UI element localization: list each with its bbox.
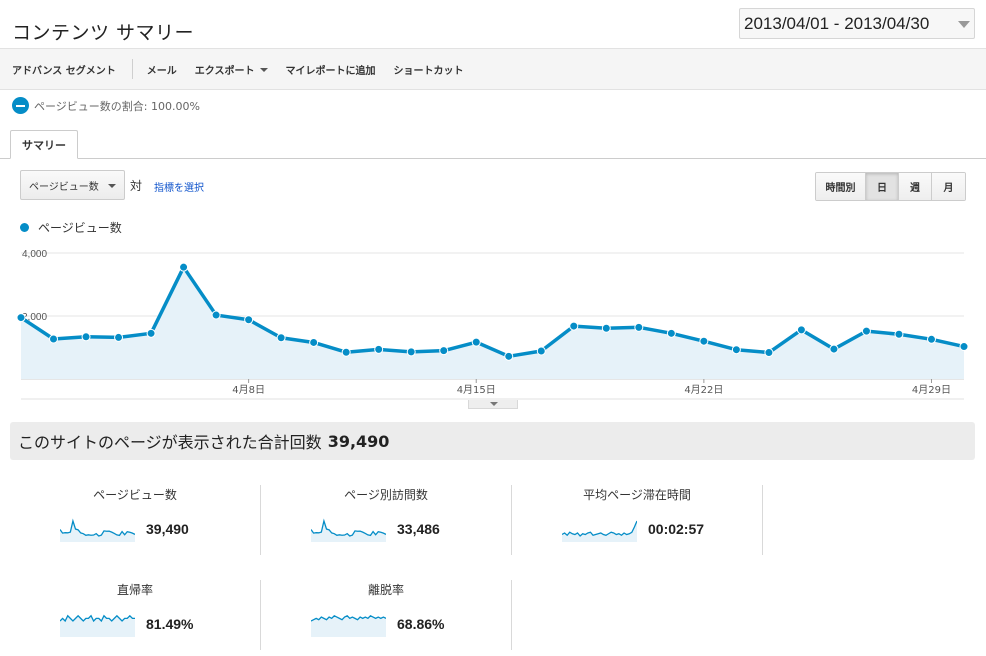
period-day-button[interactable]: 日 [866,173,899,200]
stat-divider [511,580,512,650]
data-point [894,329,904,339]
summary-total-value: 39,490 [327,431,390,451]
data-point [374,344,384,354]
data-point [146,328,156,338]
stat-value: 00:02:57 [648,521,705,537]
pageviews-chart: 4,0002,0004月8日 4月15日 4月22日 4月29日 [16,249,969,400]
data-point [211,310,221,320]
data-point [861,326,871,336]
stat-label: 離脱率 [367,583,404,597]
data-point [731,345,741,355]
chart-legend: ページビュー数 [20,219,122,236]
data-point [471,337,481,347]
stat-unique-pageviews[interactable]: ページ別訪問数 33,486 [261,486,511,556]
data-point [341,347,351,357]
data-point [244,315,254,325]
choose-metric-link[interactable]: 指標を選択 [154,179,204,194]
stat-divider [762,485,763,555]
metric-dropdown-value: ページビュー数 [29,181,99,193]
data-point [601,323,611,333]
data-point [504,351,514,361]
summary-total-bar: このサイトのページが表示された合計回数 39,490 [10,422,975,460]
segment-toggle-icon[interactable] [12,97,29,114]
tabs-divider [0,158,986,159]
x-tick-label: 4月22日 [684,384,723,396]
data-point [569,321,579,331]
data-point [49,334,59,344]
data-point [634,322,644,332]
stat-label: 平均ページ滞在時間 [583,488,691,502]
report-toolbar: アドバンス セグメント メール エクスポート マイレポートに追加 ショートカット [0,48,986,90]
sparkline-area [311,615,386,637]
stat-value: 33,486 [397,521,440,537]
segment-text: ページビュー数の割合: 100.00% [34,99,200,113]
stat-pageviews[interactable]: ページビュー数 39,490 [10,486,260,556]
sparkline [311,518,386,542]
stat-bounce-rate[interactable]: 直帰率 81.49% [10,581,260,651]
data-point [666,328,676,338]
stat-label: 直帰率 [116,583,153,597]
stat-value: 68.86% [397,616,445,632]
stat-value: 81.49% [146,616,194,632]
stat-label: ページ別訪問数 [344,488,428,502]
toolbar-divider [131,59,133,79]
data-point [114,332,124,342]
stat-label: ページビュー数 [93,488,177,502]
data-point [699,336,709,346]
data-point [309,337,319,347]
data-point [406,347,416,357]
stat-value: 39,490 [146,521,189,537]
series-dot-icon [20,223,29,232]
advanced-segments-button[interactable]: アドバンス セグメント [12,62,116,77]
tab-summary[interactable]: サマリー [10,130,78,159]
sparkline-area [60,521,135,542]
caret-down-icon [108,184,116,188]
chevron-down-icon [958,21,970,28]
data-point [959,342,969,352]
data-point [179,262,189,272]
period-month-button[interactable]: 月 [932,173,965,200]
x-tick-label: 4月8日 [232,384,265,396]
x-tick-label: 4月15日 [457,384,496,396]
vs-label: 対 [130,179,143,193]
sparkline-line [562,520,637,537]
y-tick-label: 4,000 [22,249,47,260]
page-title: コンテンツ サマリー [12,22,195,44]
period-selector: 時間別 日 週 月 [815,172,966,201]
data-point [829,344,839,354]
x-tick-label: 4月29日 [912,384,951,396]
sparkline-area [311,521,386,542]
caret-down-icon [259,67,268,72]
sparkline-area [562,521,637,542]
data-point [439,346,449,356]
data-point [536,346,546,356]
period-hourly-button[interactable]: 時間別 [816,173,866,200]
date-range-picker[interactable]: 2013/04/01 - 2013/04/30 [739,8,975,39]
metric-dropdown[interactable]: ページビュー数 [20,170,125,200]
series-area [21,267,964,379]
stat-exit-rate[interactable]: 離脱率 68.86% [261,581,511,651]
data-point [764,348,774,358]
export-label: エクスポート [194,65,255,77]
period-week-button[interactable]: 週 [899,173,932,200]
legend-label: ページビュー数 [38,221,122,235]
sparkline [311,614,386,637]
data-point [926,334,936,344]
add-to-dashboard-button[interactable]: マイレポートに追加 [286,62,376,77]
data-point [276,333,286,343]
data-point [796,325,806,335]
date-range-text: 2013/04/01 - 2013/04/30 [744,13,930,33]
email-button[interactable]: メール [147,62,177,77]
export-button[interactable]: エクスポート [195,62,268,77]
sparkline [60,518,135,542]
data-point [16,313,26,323]
stat-avg-time-on-page[interactable]: 平均ページ滞在時間 00:02:57 [512,486,762,556]
sparkline [562,520,637,542]
chart-expand-handle[interactable] [468,400,518,409]
shortcut-button[interactable]: ショートカット [394,62,464,77]
sparkline [60,614,135,637]
data-point [81,332,91,342]
segment-indicator: ページビュー数の割合: 100.00% [12,97,200,114]
summary-total-label: このサイトのページが表示された合計回数 [18,433,322,452]
